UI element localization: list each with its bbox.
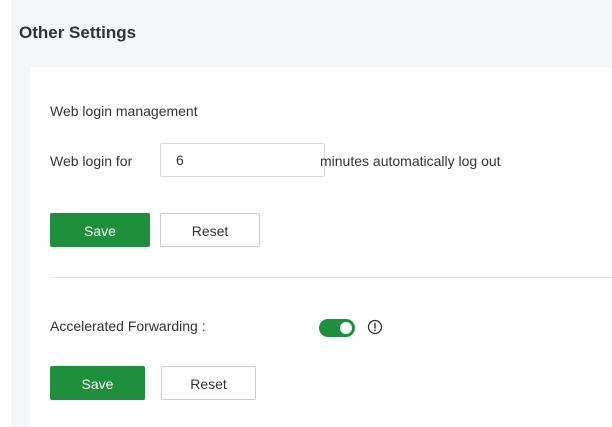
info-circle-icon[interactable] xyxy=(367,319,383,335)
logout-minutes-suffix: minutes automatically log out xyxy=(320,153,501,169)
settings-card: Web login management Web login for minut… xyxy=(30,67,612,427)
accelerated-save-button[interactable]: Save xyxy=(50,366,145,400)
page-title: Other Settings xyxy=(19,23,137,42)
web-login-label: Web login for xyxy=(50,153,133,169)
logout-minutes-input[interactable] xyxy=(160,143,325,177)
web-login-section-title: Web login management xyxy=(50,103,198,119)
accelerated-forwarding-label: Accelerated Forwarding : xyxy=(50,318,206,334)
accelerated-forwarding-toggle[interactable] xyxy=(319,319,355,337)
toggle-knob xyxy=(340,322,352,334)
web-login-save-button[interactable]: Save xyxy=(50,213,150,247)
accelerated-reset-button[interactable]: Reset xyxy=(161,366,256,400)
web-login-reset-button[interactable]: Reset xyxy=(160,213,260,247)
section-divider xyxy=(50,277,612,278)
